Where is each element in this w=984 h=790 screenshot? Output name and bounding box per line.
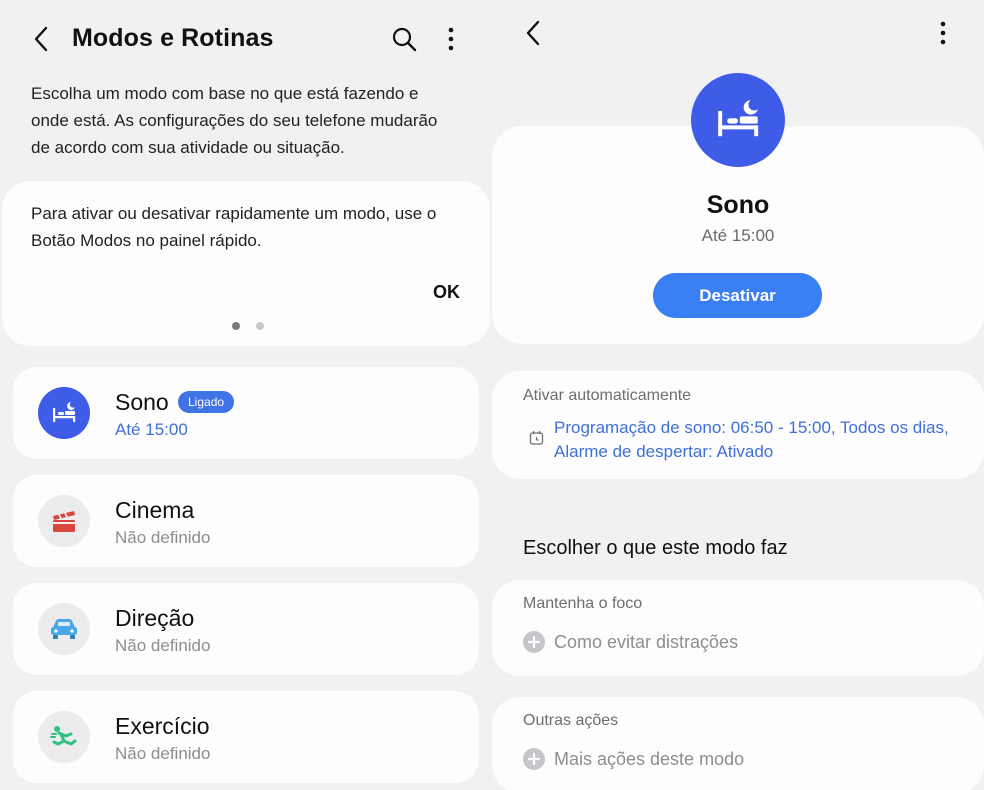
bed-moon-icon xyxy=(691,73,785,167)
section-heading: Escolher o que este modo faz xyxy=(523,537,788,559)
mode-item-cinema[interactable]: Cinema Não definido xyxy=(13,475,479,567)
avoid-distractions-link[interactable]: Como evitar distrações xyxy=(554,632,738,653)
intro-text: Escolha um modo com base no que está faz… xyxy=(31,84,438,157)
mode-item-sleep[interactable]: Sono Ligado Até 15:00 xyxy=(13,367,479,459)
page-dot xyxy=(256,322,264,330)
page-dot-active xyxy=(232,322,240,330)
search-icon[interactable] xyxy=(389,24,419,54)
auto-activate-label: Ativar automaticamente xyxy=(523,387,692,404)
mode-status: Não definido xyxy=(115,744,211,763)
more-options-icon[interactable] xyxy=(436,24,466,54)
clapperboard-icon xyxy=(38,495,90,547)
back-arrow-icon[interactable] xyxy=(520,18,546,48)
back-arrow-icon[interactable] xyxy=(26,24,56,54)
mode-title: Sono xyxy=(706,191,770,219)
mode-name: Direção xyxy=(115,605,195,631)
schedule-link[interactable]: Programação de sono: 06:50 - 15:00, Todo… xyxy=(554,416,964,464)
mode-item-exercise[interactable]: Exercício Não definido xyxy=(13,691,479,783)
deactivate-button[interactable]: Desativar xyxy=(653,273,822,318)
focus-card: Mantenha o foco Como evitar distrações xyxy=(492,580,984,676)
ok-button[interactable]: OK xyxy=(433,282,460,303)
plus-icon[interactable] xyxy=(523,748,545,770)
mode-detail-screen: Sono Até 15:00 Desativar Ativar automati… xyxy=(492,0,984,790)
tip-text: Para ativar ou desativar rapidamente um … xyxy=(31,204,437,250)
mode-name: Sono xyxy=(115,389,169,415)
focus-label: Mantenha o foco xyxy=(523,595,643,612)
more-options-icon[interactable] xyxy=(928,18,958,48)
page-title: Modos e Rotinas xyxy=(72,24,274,52)
plus-icon[interactable] xyxy=(523,631,545,653)
more-actions-link[interactable]: Mais ações deste modo xyxy=(554,749,744,770)
mode-status: Até 15:00 xyxy=(115,420,188,439)
tip-card: Para ativar ou desativar rapidamente um … xyxy=(2,181,490,346)
bed-moon-icon xyxy=(38,387,90,439)
mode-status: Não definido xyxy=(115,528,211,547)
car-icon xyxy=(38,603,90,655)
other-actions-label: Outras ações xyxy=(523,712,619,729)
modes-list-screen: Modos e Rotinas Escolha um modo com base… xyxy=(0,0,492,790)
auto-activate-card[interactable]: Ativar automaticamente Programação de so… xyxy=(492,371,984,479)
mode-name: Cinema xyxy=(115,497,195,523)
status-badge: Ligado xyxy=(178,391,235,413)
mode-until: Até 15:00 xyxy=(701,226,775,245)
page-indicator xyxy=(232,322,264,330)
mode-status: Não definido xyxy=(115,636,211,655)
calendar-clock-icon xyxy=(529,430,545,446)
other-actions-card: Outras ações Mais ações deste modo xyxy=(492,697,984,790)
running-icon xyxy=(38,711,90,763)
mode-item-driving[interactable]: Direção Não definido xyxy=(13,583,479,675)
mode-name: Exercício xyxy=(115,713,210,739)
